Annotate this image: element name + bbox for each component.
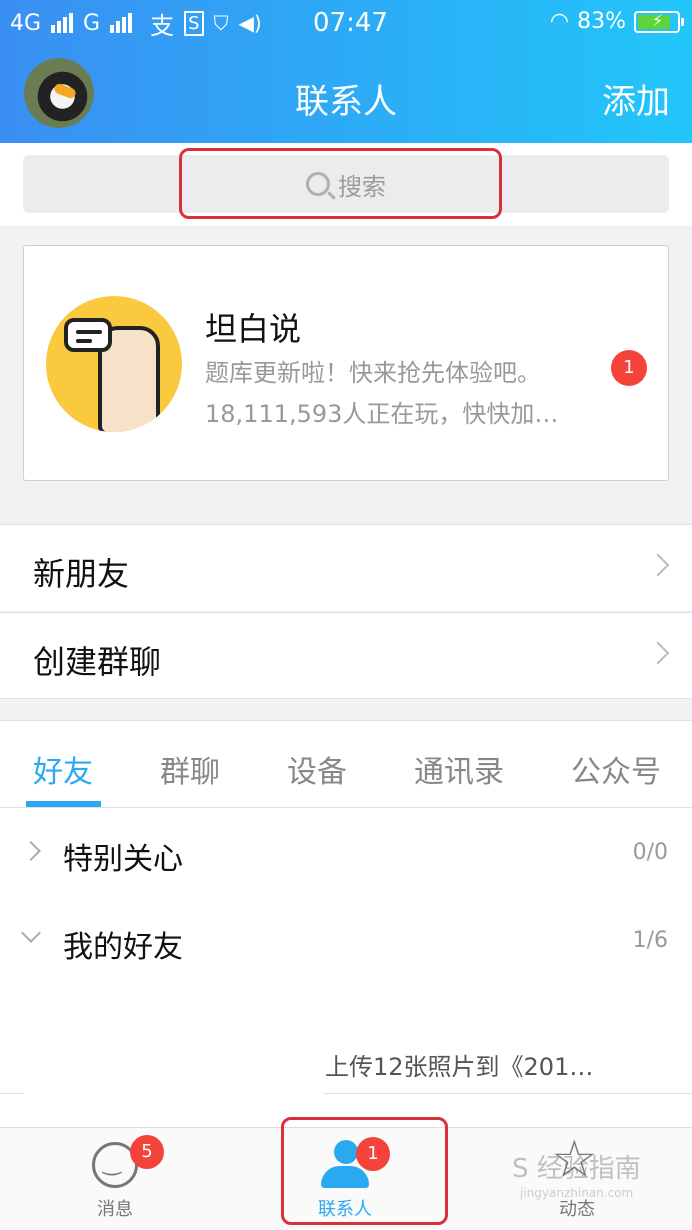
battery-percent: 83% [577,9,626,34]
search-icon [306,172,330,196]
tab-official-accounts[interactable]: 公众号 [571,747,661,791]
nav-contacts-label: 联系人 [318,1199,372,1220]
messages-badge: 5 [130,1135,164,1169]
card-badge: 1 [611,350,647,386]
chevron-right-icon [646,553,670,577]
tab-friends[interactable]: 好友 [33,747,93,791]
divider [0,1093,24,1094]
wifi-icon: ◠ [549,9,570,34]
search-area: 搜索 [0,143,692,226]
vibrate-icon: ◀) [238,11,262,35]
chevron-down-icon [21,923,41,943]
shield-icon: ⛉ [213,11,229,35]
network-4g-label: 4G [10,10,42,36]
group-row-my-friends[interactable]: 我的好友 1/6 [0,896,692,984]
watermark: S 经验指南 [512,1154,641,1184]
create-group-label: 创建群聊 [33,643,162,681]
search-placeholder: 搜索 [338,172,386,201]
group-row-special[interactable]: 特别关心 0/0 [0,808,692,896]
network-g-label: G [83,10,101,36]
card-subtitle: 题库更新啦！快来抢先体验吧。 [205,359,541,387]
header: 联系人 添加 [0,46,692,143]
signal-icon [51,13,74,33]
tab-devices[interactable]: 设备 [287,747,347,791]
group-label: 我的好友 [63,930,183,965]
create-group-row[interactable]: 创建群聊 [0,612,692,699]
tab-active-indicator [26,801,101,807]
tab-address-book[interactable]: 通讯录 [414,747,504,791]
status-bar: 4G G 支 S ⛉ ◀) 07:47 ◠ 83% ⚡ [0,0,692,46]
add-button[interactable]: 添加 [602,74,670,123]
page-title: 联系人 [295,82,397,122]
tanbaishuo-card[interactable]: 坦白说 题库更新啦！快来抢先体验吧。 18,111,593人正在玩，快快加… 1 [23,245,669,481]
sim-icon: S [184,10,204,36]
nav-contacts[interactable]: 1 联系人 [265,1128,425,1230]
signal-icon-2 [110,13,133,33]
alipay-icon: 支 [150,11,175,40]
chevron-right-icon [646,641,670,665]
new-friends-row[interactable]: 新朋友 [0,524,692,611]
status-time: 07:47 [313,8,388,38]
contact-tabs: 好友 群聊 设备 通讯录 公众号 [0,720,692,808]
new-friends-label: 新朋友 [33,555,130,593]
watermark-url: jingyanzhinan.com [520,1186,634,1200]
nav-messages-label: 消息 [97,1199,133,1220]
charging-icon: ⚡ [652,10,664,30]
battery-icon: ⚡ [634,10,684,33]
search-input[interactable]: 搜索 [23,155,669,213]
divider [323,1093,692,1094]
group-count: 0/0 [632,840,668,865]
nav-messages[interactable]: 5 消息 [35,1128,195,1230]
tab-groups[interactable]: 群聊 [160,747,220,791]
group-label: 特别关心 [63,842,183,877]
group-count: 1/6 [632,928,668,953]
contacts-badge: 1 [356,1137,390,1171]
friend-status-preview: 上传12张照片到《201… [325,1053,594,1081]
tanbaishuo-icon [46,296,182,432]
chevron-right-icon [21,841,41,861]
card-title: 坦白说 [205,310,302,348]
card-description: 18,111,593人正在玩，快快加… [205,400,559,428]
